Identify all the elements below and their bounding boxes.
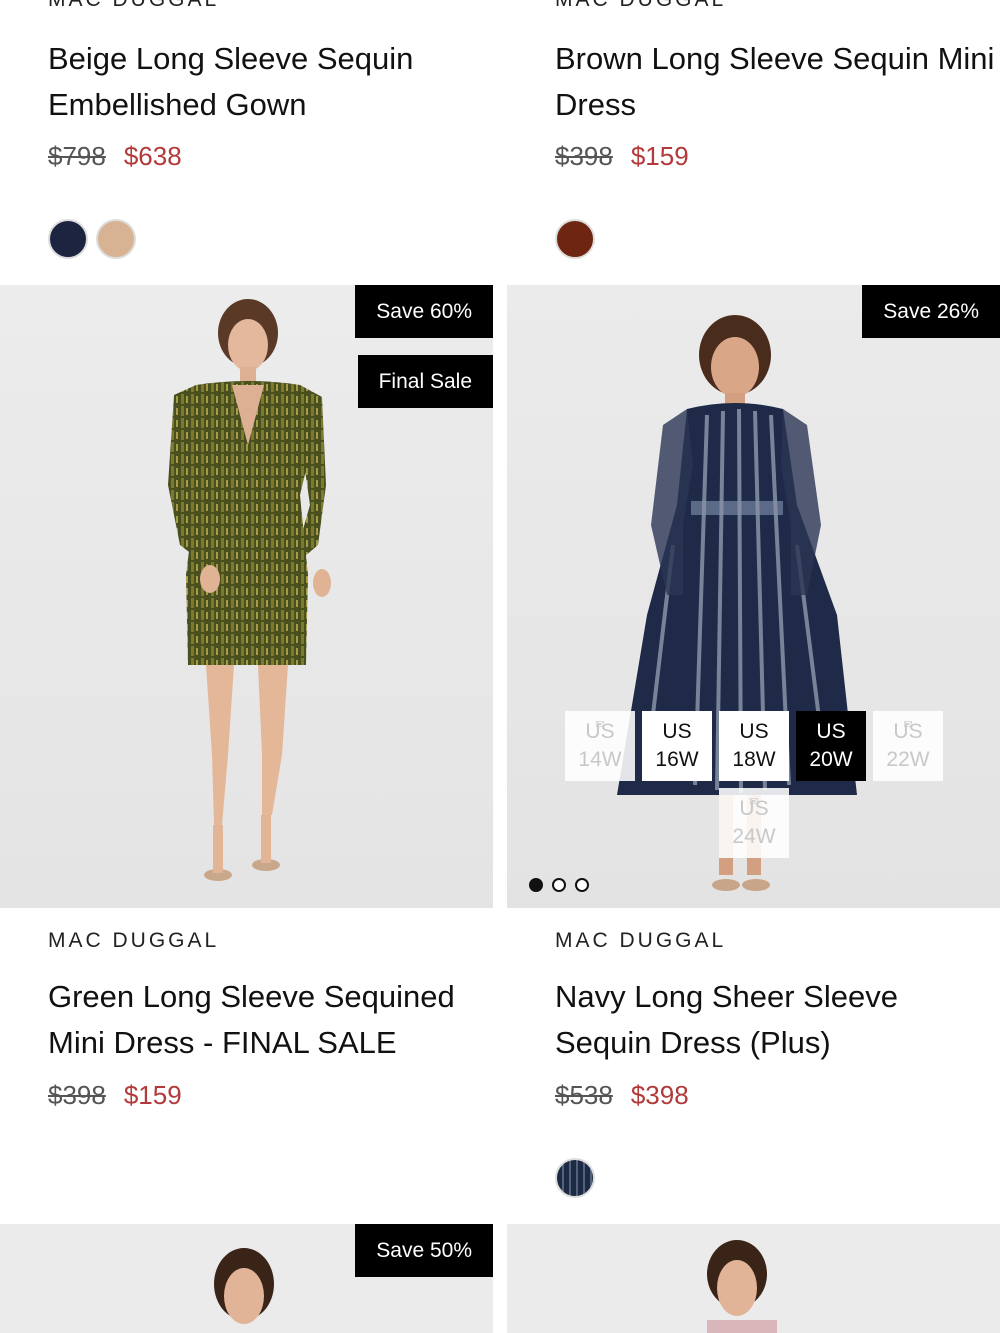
product-image-row3-left[interactable]: Save 50% xyxy=(0,1224,493,1333)
color-swatch-navy[interactable] xyxy=(555,1158,595,1198)
product-price: $538 $398 xyxy=(555,1080,689,1111)
sale-price: $638 xyxy=(123,141,182,171)
original-price: $798 xyxy=(48,141,106,171)
color-swatch-brown[interactable] xyxy=(555,219,595,259)
notify-mail-icon: ✉ xyxy=(903,719,913,731)
product-brand: MAC DUGGAL xyxy=(555,929,727,952)
product-price: $398 $159 xyxy=(48,1080,182,1111)
save-badge: Save 26% xyxy=(862,285,1000,338)
sale-price: $159 xyxy=(123,1080,182,1110)
model-photo xyxy=(507,1224,1000,1333)
carousel-dot-1[interactable] xyxy=(529,878,543,892)
final-sale-badge: Final Sale xyxy=(357,355,493,408)
original-price: $398 xyxy=(555,141,613,171)
size-option-us-20w[interactable]: US 20W xyxy=(796,711,866,781)
carousel-dots xyxy=(529,878,589,892)
product-brand: MAC DUGGAL xyxy=(555,0,726,12)
original-price: $538 xyxy=(555,1080,613,1110)
product-price: $798 $638 xyxy=(48,141,182,172)
product-image-row3-right[interactable] xyxy=(507,1224,1000,1333)
color-swatch-beige[interactable] xyxy=(96,219,136,259)
product-title[interactable]: Brown Long Sleeve Sequin Mini Dress xyxy=(555,36,995,128)
carousel-dot-2[interactable] xyxy=(552,878,566,892)
carousel-dot-3[interactable] xyxy=(575,878,589,892)
notify-mail-icon: ✉ xyxy=(595,719,605,731)
save-badge: Save 60% xyxy=(355,285,493,338)
size-option-us-14w[interactable]: ✉ US 14W xyxy=(565,711,635,781)
product-title[interactable]: Green Long Sleeve Sequined Mini Dress - … xyxy=(48,974,488,1066)
original-price: $398 xyxy=(48,1080,106,1110)
size-option-us-16w[interactable]: US 16W xyxy=(642,711,712,781)
product-image-navy-dress[interactable]: Save 26% ✉ US 14W US 16W US 18W US 20W ✉ US 2… xyxy=(507,285,1000,908)
color-swatch-navy[interactable] xyxy=(48,219,88,259)
notify-mail-icon: ✉ xyxy=(749,796,759,808)
product-brand: MAC DUGGAL xyxy=(48,929,220,952)
size-option-us-22w[interactable]: ✉ US 22W xyxy=(873,711,943,781)
product-title[interactable]: Navy Long Sheer Sleeve Sequin Dress (Plu… xyxy=(555,974,995,1066)
sale-price: $398 xyxy=(630,1080,689,1110)
product-title[interactable]: Beige Long Sleeve Sequin Embellished Gow… xyxy=(48,36,488,128)
product-brand: MAC DUGGAL xyxy=(48,0,219,12)
sale-price: $159 xyxy=(630,141,689,171)
product-image-green-dress[interactable]: Save 60% Final Sale xyxy=(0,285,493,908)
product-price: $398 $159 xyxy=(555,141,689,172)
size-option-us-18w[interactable]: US 18W xyxy=(719,711,789,781)
size-option-us-24w[interactable]: ✉ US 24W xyxy=(719,788,789,858)
save-badge: Save 50% xyxy=(355,1224,493,1277)
